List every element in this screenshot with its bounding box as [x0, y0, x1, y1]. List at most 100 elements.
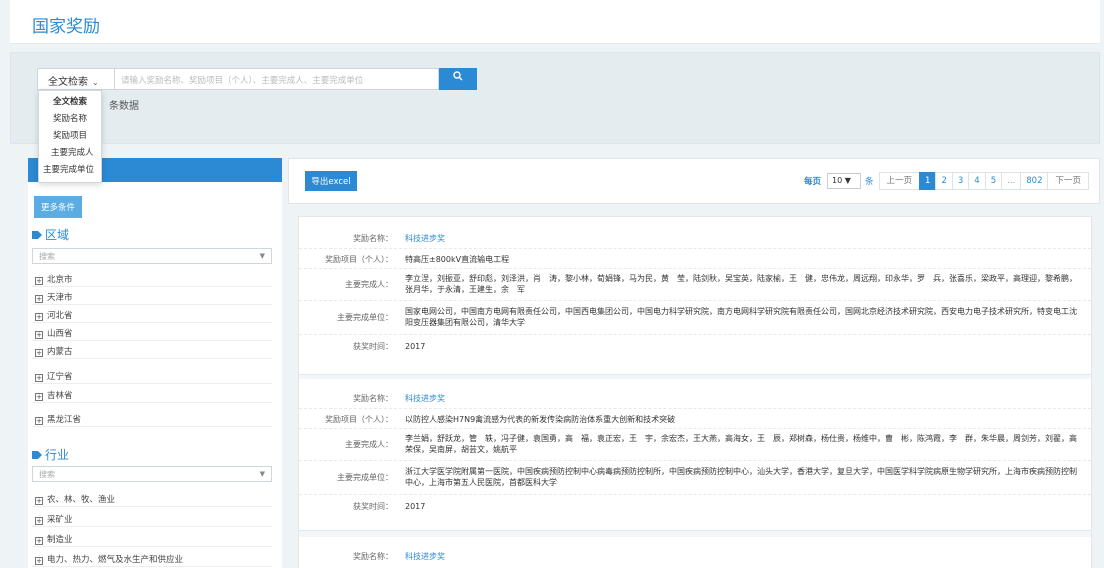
- region-item-label: 山西省: [47, 329, 73, 339]
- award-persons: 李立浧，刘振亚，舒印彪，刘泽洪，肖 涛，黎小林，荀娟锋，马为民，黄 莹，陆剑秋，…: [405, 274, 1077, 294]
- page-button[interactable]: 802: [1020, 172, 1049, 190]
- industry-item[interactable]: + 采矿业: [32, 510, 272, 527]
- field-label: 获奖时间：: [353, 502, 393, 511]
- search-type-select[interactable]: 全文检索 ⌄: [37, 68, 115, 90]
- expand-icon[interactable]: +: [35, 557, 43, 565]
- region-item-label: 河北省: [47, 311, 73, 321]
- region-title-text: 区域: [45, 228, 70, 242]
- expand-icon[interactable]: +: [35, 349, 43, 357]
- region-item-label: 辽宁省: [47, 372, 73, 382]
- export-excel-button[interactable]: 导出excel: [305, 171, 357, 191]
- dropdown-option-award-project[interactable]: 奖励项目: [39, 128, 101, 145]
- page-size-value: 10: [832, 176, 843, 185]
- dropdown-option-main-person[interactable]: 主要完成人: [39, 145, 101, 162]
- region-select-placeholder: 搜索: [39, 252, 55, 261]
- title-bar: 国家奖励: [10, 0, 1100, 44]
- results-toolbar: 导出excel 每页 10 ▼ 条 上一页 1 2 3 4 5 ... 802 …: [288, 158, 1100, 204]
- award-units: 国家电网公司，中国南方电网有限责任公司，中国西电集团公司，中国电力科学研究院，南…: [405, 307, 1077, 327]
- region-item[interactable]: + 天津市: [32, 288, 272, 305]
- tag-icon: [32, 451, 42, 459]
- record-row-units: 主要完成单位： 国家电网公司，中国南方电网有限责任公司，中国西电集团公司，中国电…: [299, 301, 1091, 335]
- region-item[interactable]: + 山西省: [32, 324, 272, 341]
- dropdown-option-main-unit[interactable]: 主要完成单位: [39, 162, 101, 179]
- field-label: 主要完成人：: [345, 440, 393, 449]
- search-panel: 全文检索 ⌄ 请输入奖励名称、奖励项目（个人）、主要完成人、主要完成单位 条数据: [10, 52, 1100, 144]
- industry-item[interactable]: + 电力、热力、燃气及水生产和供应业: [32, 550, 272, 567]
- expand-icon[interactable]: +: [35, 517, 43, 525]
- record-card: 奖励名称： 科技进步奖: [299, 537, 1091, 568]
- industry-search-select[interactable]: 搜索 ▼: [32, 466, 272, 482]
- page-button[interactable]: 3: [951, 172, 970, 190]
- dropdown-option-award-name[interactable]: 奖励名称: [39, 111, 101, 128]
- expand-icon[interactable]: +: [35, 277, 43, 285]
- record-row-time: 获奖时间： 2017: [299, 495, 1091, 517]
- record-row-persons: 主要完成人： 李立浧，刘振亚，舒印彪，刘泽洪，肖 涛，黎小林，荀娟锋，马为民，黄…: [299, 269, 1091, 301]
- per-page-label: 每页: [803, 177, 821, 187]
- region-item-label: 天津市: [47, 293, 73, 303]
- page-button[interactable]: 4: [968, 172, 986, 190]
- expand-icon[interactable]: +: [35, 537, 43, 545]
- award-time: 2017: [405, 342, 426, 351]
- region-item[interactable]: + 河北省: [32, 306, 272, 323]
- page-button[interactable]: 5: [984, 172, 1003, 190]
- results-panel: 导出excel 每页 10 ▼ 条 上一页 1 2 3 4 5 ... 802 …: [288, 158, 1100, 568]
- chevron-down-icon: ⌄: [92, 78, 99, 87]
- region-item[interactable]: + 北京市: [32, 270, 272, 287]
- region-item[interactable]: + 内蒙古: [32, 342, 272, 359]
- search-button[interactable]: [439, 68, 477, 90]
- region-item[interactable]: + 吉林省: [32, 386, 272, 403]
- expand-icon[interactable]: +: [35, 295, 43, 303]
- region-section-title: 区域: [32, 226, 69, 243]
- page-button[interactable]: 1: [919, 172, 937, 190]
- search-type-label: 全文检索: [48, 77, 88, 88]
- dropdown-option-fulltext[interactable]: 全文检索: [39, 94, 101, 111]
- record-card: 奖励名称： 科技进步奖 奖励项目（个人）： 以防控人感染H7N9禽流感为代表的新…: [299, 379, 1091, 531]
- industry-title-text: 行业: [45, 448, 70, 462]
- next-page-button[interactable]: 下一页: [1047, 172, 1089, 190]
- per-page-unit: 条: [865, 177, 874, 187]
- caret-down-icon: ▼: [259, 470, 265, 478]
- award-name-link[interactable]: 科技进步奖: [405, 551, 1083, 562]
- record-card: 奖励名称： 科技进步奖 奖励项目（个人）： 特高压±800kV直流输电工程 主要…: [299, 217, 1091, 375]
- record-row-project: 奖励项目（个人）： 以防控人感染H7N9禽流感为代表的新发传染病防治体系重大创新…: [299, 409, 1091, 429]
- expand-icon[interactable]: +: [35, 331, 43, 339]
- award-name-link[interactable]: 科技进步奖: [405, 393, 1083, 404]
- expand-icon[interactable]: +: [35, 374, 43, 382]
- record-row-time: 获奖时间： 2017: [299, 335, 1091, 357]
- industry-section-title: 行业: [32, 446, 69, 463]
- record-row-name: 奖励名称： 科技进步奖: [299, 227, 1091, 249]
- record-list: 奖励名称： 科技进步奖 奖励项目（个人）： 特高压±800kV直流输电工程 主要…: [298, 216, 1092, 568]
- prev-page-button[interactable]: 上一页: [878, 172, 921, 190]
- expand-icon[interactable]: +: [35, 393, 43, 401]
- award-project: 特高压±800kV直流输电工程: [405, 255, 510, 264]
- field-label: 奖励名称：: [353, 234, 393, 243]
- record-row-units: 主要完成单位： 浙江大学医学院附属第一医院，中国疾病预防控制中心病毒病预防控制所…: [299, 461, 1091, 495]
- caret-down-icon: ▼: [259, 252, 265, 260]
- search-input[interactable]: 请输入奖励名称、奖励项目（个人）、主要完成人、主要完成单位: [115, 68, 439, 90]
- field-label: 主要完成单位：: [337, 313, 393, 322]
- region-item-label: 黑龙江省: [47, 415, 82, 425]
- field-label: 奖励名称：: [353, 394, 393, 403]
- expand-icon[interactable]: +: [35, 313, 43, 321]
- industry-item[interactable]: + 农、林、牧、渔业: [32, 490, 272, 507]
- page-size-select[interactable]: 10 ▼: [827, 173, 861, 189]
- more-conditions-button[interactable]: 更多条件: [34, 196, 83, 218]
- award-name-link[interactable]: 科技进步奖: [405, 233, 1083, 244]
- page-button[interactable]: 2: [935, 172, 953, 190]
- expand-icon[interactable]: +: [35, 497, 43, 505]
- industry-item[interactable]: + 制造业: [32, 530, 272, 547]
- field-label: 主要完成单位：: [337, 473, 393, 482]
- record-row-name: 奖励名称： 科技进步奖: [299, 387, 1091, 409]
- region-item-label: 吉林省: [47, 391, 73, 401]
- award-time: 2017: [405, 502, 426, 511]
- region-item[interactable]: + 黑龙江省: [32, 410, 272, 427]
- expand-icon[interactable]: +: [35, 417, 43, 425]
- region-item[interactable]: + 辽宁省: [32, 367, 272, 384]
- region-search-select[interactable]: 搜索 ▼: [32, 248, 272, 264]
- tag-icon: [32, 231, 42, 239]
- record-row-persons: 主要完成人： 李兰娟，舒跃龙，管 轶，冯子健，袁国勇，高 福，袁正宏，王 宇，余…: [299, 429, 1091, 461]
- award-persons: 李兰娟，舒跃龙，管 轶，冯子健，袁国勇，高 福，袁正宏，王 宇，余宏杰，王大燕，…: [405, 434, 1077, 454]
- pagination: 每页 10 ▼ 条 上一页 1 2 3 4 5 ... 802 下一页: [804, 171, 1089, 191]
- record-row-project: 奖励项目（个人）： 特高压±800kV直流输电工程: [299, 249, 1091, 269]
- industry-item-label: 农、林、牧、渔业: [47, 495, 116, 505]
